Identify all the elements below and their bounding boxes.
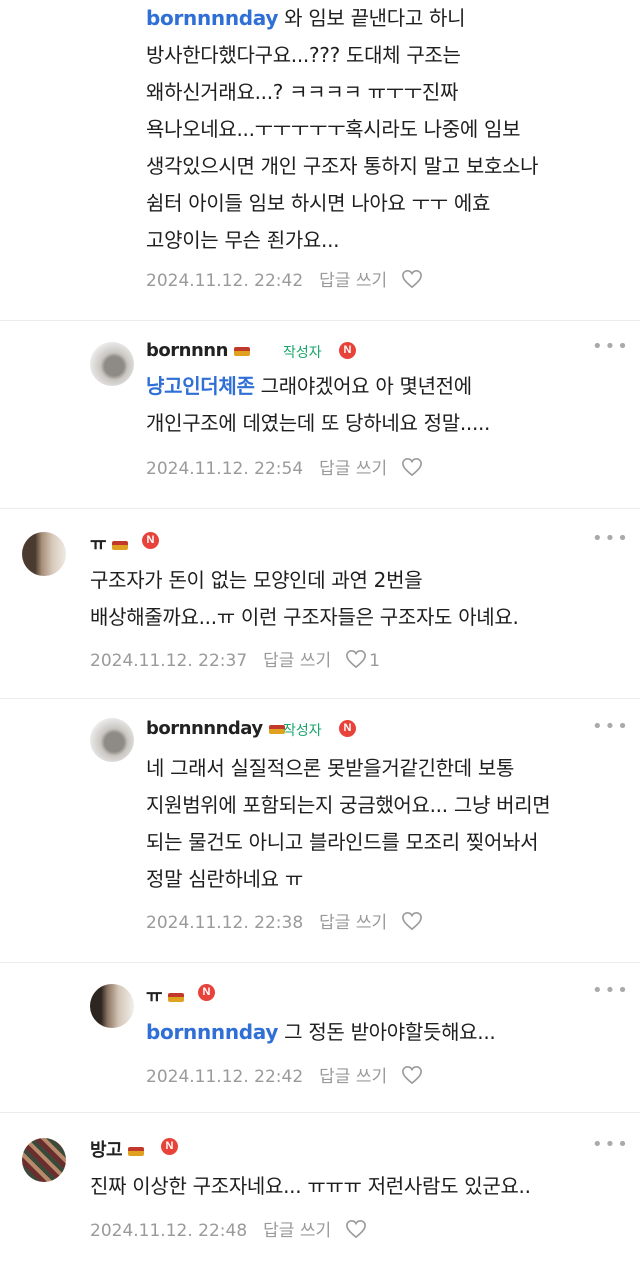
comment-meta: 2024.11.12. 22:48 답글 쓰기 bbox=[90, 1216, 367, 1241]
more-dots-icon[interactable]: ••• bbox=[592, 718, 630, 736]
reply-button[interactable]: 답글 쓰기 bbox=[319, 266, 387, 291]
comment-date: 2024.11.12. 22:38 bbox=[146, 913, 304, 933]
avatar[interactable] bbox=[90, 984, 134, 1028]
comment-text: bornnnnday 그 정돈 받아야할듯해요... bbox=[146, 1014, 626, 1051]
reply-button[interactable]: 답글 쓰기 bbox=[263, 1216, 331, 1241]
crown-icon bbox=[112, 540, 129, 550]
comment-line: 개인구조에 데였는데 또 당하네요 정말..... bbox=[146, 411, 491, 435]
more-dots-icon[interactable]: ••• bbox=[592, 982, 630, 1000]
author-name[interactable]: ㅠ bbox=[146, 982, 185, 1008]
comment-date: 2024.11.12. 22:37 bbox=[90, 651, 248, 671]
more-dots-icon[interactable]: ••• bbox=[592, 530, 630, 548]
divider bbox=[0, 320, 640, 321]
mention-link[interactable]: 냥고인더체존 bbox=[146, 374, 255, 398]
comment-text: 네 그래서 실질적으론 못받을거같긴한데 보통 지원범위에 포함되는지 궁금했어… bbox=[146, 750, 630, 898]
comment-text: bornnnnday 와 임보 끝낸다고 하니 방사한다했다구요...??? 도… bbox=[146, 0, 626, 259]
new-badge-icon: N bbox=[339, 720, 356, 737]
comment-line: 구조자가 돈이 없는 모양인데 과연 2번을 bbox=[90, 568, 423, 592]
comment-line: 방사한다했다구요...??? 도대체 구조는 bbox=[146, 43, 461, 67]
reply-button[interactable]: 답글 쓰기 bbox=[263, 646, 331, 671]
divider bbox=[0, 1112, 640, 1113]
comment-meta: 2024.11.12. 22:37 답글 쓰기 1 bbox=[90, 646, 380, 671]
new-badge-icon: N bbox=[198, 984, 215, 1001]
comment-line: 되는 물건도 아니고 블라인드를 모조리 찢어놔서 bbox=[146, 830, 539, 854]
mention-link[interactable]: bornnnnday bbox=[146, 1020, 278, 1044]
comment-date: 2024.11.12. 22:42 bbox=[146, 1067, 304, 1087]
comment-line: 배상해줄까요...ㅠ 이런 구조자들은 구조자도 아녜요. bbox=[90, 605, 519, 629]
author-tag: 작성자 bbox=[283, 723, 322, 739]
comment-date: 2024.11.12. 22:48 bbox=[90, 1221, 248, 1241]
comment-meta: 2024.11.12. 22:38 답글 쓰기 bbox=[146, 908, 423, 933]
comment-text: 냥고인더체존 그래야겠어요 아 몇년전에 개인구조에 데였는데 또 당하네요 정… bbox=[146, 368, 626, 442]
avatar[interactable] bbox=[90, 342, 134, 386]
comment-line: 고양이는 무슨 죈가요... bbox=[146, 228, 340, 252]
avatar[interactable] bbox=[90, 718, 134, 762]
comment-line: 지원범위에 포함되는지 궁금했어요... 그냥 버리면 bbox=[146, 793, 551, 817]
divider bbox=[0, 508, 640, 509]
heart-outline-icon[interactable] bbox=[401, 911, 423, 931]
author-name[interactable]: bornnnn bbox=[146, 340, 250, 361]
new-badge-icon: N bbox=[161, 1138, 178, 1155]
comment-meta: 2024.11.12. 22:54 답글 쓰기 bbox=[146, 454, 423, 479]
heart-outline-icon[interactable] bbox=[401, 1065, 423, 1085]
author-name[interactable]: 방고 bbox=[90, 1136, 145, 1162]
comment-line: 네 그래서 실질적으론 못받을거같긴한데 보통 bbox=[146, 756, 515, 780]
comment-meta: 2024.11.12. 22:42 답글 쓰기 bbox=[146, 1062, 423, 1087]
new-badge-icon: N bbox=[339, 342, 356, 359]
more-dots-icon[interactable]: ••• bbox=[592, 1136, 630, 1154]
heart-outline-icon[interactable] bbox=[401, 269, 423, 289]
more-dots-icon[interactable]: ••• bbox=[592, 338, 630, 356]
comment-text: 구조자가 돈이 없는 모양인데 과연 2번을 배상해줄까요...ㅠ 이런 구조자… bbox=[90, 562, 630, 636]
comment-line: 와 임보 끝낸다고 하니 bbox=[278, 6, 466, 30]
heart-outline-icon[interactable] bbox=[345, 649, 367, 669]
comment-date: 2024.11.12. 22:54 bbox=[146, 459, 304, 479]
avatar[interactable] bbox=[22, 532, 66, 576]
avatar[interactable] bbox=[22, 1138, 66, 1182]
comment-line: 왜하신거래요...? ㅋㅋㅋㅋ ㅠㅜㅜ진짜 bbox=[146, 80, 459, 104]
crown-icon bbox=[168, 992, 185, 1002]
comment-meta: 2024.11.12. 22:42 답글 쓰기 bbox=[146, 266, 423, 291]
comment-line: 욕나오네요...ㅜㅜㅜㅜㅜ혹시라도 나중에 임보 bbox=[146, 117, 521, 141]
reply-button[interactable]: 답글 쓰기 bbox=[319, 454, 387, 479]
comment-date: 2024.11.12. 22:42 bbox=[146, 271, 304, 291]
comment-line: 정말 심란하네요 ㅠ bbox=[146, 867, 303, 891]
heart-outline-icon[interactable] bbox=[401, 457, 423, 477]
like-count: 1 bbox=[369, 651, 380, 671]
author-name[interactable]: bornnnnday bbox=[146, 718, 285, 739]
divider bbox=[0, 698, 640, 699]
comment-line: 진짜 이상한 구조자네요... ㅠㅠㅠ 저런사람도 있군요.. bbox=[90, 1174, 531, 1198]
author-name[interactable]: ㅠ bbox=[90, 530, 129, 556]
comment-line: 그래야겠어요 아 몇년전에 bbox=[254, 374, 473, 398]
comment-line: 생각있으시면 개인 구조자 통하지 말고 보호소나 bbox=[146, 154, 539, 178]
comment-line: 쉼터 아이들 임보 하시면 나아요 ㅜㅜ 에효 bbox=[146, 191, 491, 215]
heart-outline-icon[interactable] bbox=[345, 1219, 367, 1239]
reply-button[interactable]: 답글 쓰기 bbox=[319, 908, 387, 933]
mention-link[interactable]: bornnnnday bbox=[146, 6, 278, 30]
divider bbox=[0, 962, 640, 963]
crown-icon bbox=[233, 346, 250, 356]
new-badge-icon: N bbox=[142, 532, 159, 549]
author-tag: 작성자 bbox=[283, 345, 322, 361]
comment-line: 그 정돈 받아야할듯해요... bbox=[278, 1020, 496, 1044]
comment-text: 진짜 이상한 구조자네요... ㅠㅠㅠ 저런사람도 있군요.. bbox=[90, 1168, 630, 1205]
crown-icon bbox=[128, 1146, 145, 1156]
reply-button[interactable]: 답글 쓰기 bbox=[319, 1062, 387, 1087]
